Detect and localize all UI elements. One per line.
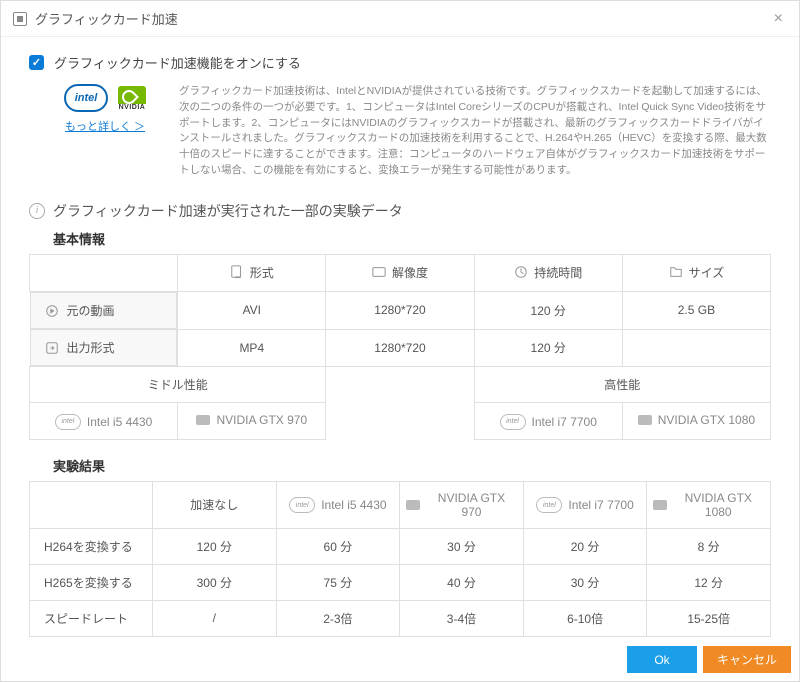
close-icon[interactable]: × — [770, 10, 787, 28]
col-gtx970: NVIDIA GTX 970 — [426, 491, 517, 519]
col-duration: 持続時間 — [534, 264, 582, 281]
cell: 120 分 — [153, 528, 277, 564]
intel-logo-icon: intel — [64, 84, 108, 112]
intel-icon: intel — [55, 414, 81, 430]
intel-icon: intel — [289, 497, 315, 513]
col-format: 形式 — [250, 264, 274, 281]
mid-cpu: Intel i5 4430 — [87, 415, 152, 429]
high-cpu: Intel i7 7700 — [532, 415, 597, 429]
table-row: intel Intel i5 4430 NVIDIA GTX 970 intel I… — [30, 403, 771, 440]
cell: 30 分 — [523, 564, 647, 600]
cell: 15-25倍 — [647, 600, 771, 636]
cell: 60 分 — [276, 528, 400, 564]
row-h265-label: H265を変換する — [30, 564, 153, 600]
cell: 300 分 — [153, 564, 277, 600]
row-source-label: 元の動画 — [67, 302, 115, 319]
dialog-footer: Ok キャンセル — [1, 640, 799, 681]
duration-icon — [514, 265, 528, 279]
table-row: H264を変換する 120 分 60 分 30 分 20 分 8 分 — [30, 528, 771, 564]
output-format-icon — [45, 341, 59, 355]
nvidia-logo-icon: NVIDIA — [118, 86, 146, 111]
cell-resolution: 1280*720 — [326, 292, 474, 330]
cancel-button[interactable]: キャンセル — [703, 646, 791, 673]
enable-acceleration-label: グラフィックカード加速機能をオンにする — [54, 53, 301, 72]
row-output-label: 出力形式 — [67, 339, 115, 356]
cell: 30 分 — [400, 528, 524, 564]
cell: 12 分 — [647, 564, 771, 600]
cell-resolution: 1280*720 — [326, 329, 474, 367]
enable-acceleration-checkbox[interactable] — [29, 55, 44, 70]
nvidia-icon — [653, 500, 666, 510]
source-video-icon — [45, 304, 59, 318]
cell: 40 分 — [400, 564, 524, 600]
cell-format: AVI — [178, 292, 326, 330]
nvidia-icon — [638, 415, 652, 425]
section-title: グラフィックカード加速が実行された一部の実験データ — [53, 201, 403, 221]
table-row: 形式 解像度 持続時間 サイズ — [30, 254, 771, 292]
table-row: スピードレート / 2-3倍 3-4倍 6-10倍 15-25倍 — [30, 600, 771, 636]
results-heading: 実験結果 — [53, 456, 771, 475]
window-title: グラフィックカード加速 — [35, 9, 770, 28]
dialog-window: グラフィックカード加速 × グラフィックカード加速機能をオンにする intel … — [0, 0, 800, 682]
row-h264-label: H264を変換する — [30, 528, 153, 564]
col-resolution: 解像度 — [392, 264, 428, 281]
intel-icon: intel — [500, 414, 526, 430]
cell: 6-10倍 — [523, 600, 647, 636]
mid-gpu: NVIDIA GTX 970 — [216, 413, 307, 427]
high-gpu: NVIDIA GTX 1080 — [658, 413, 755, 427]
table-row: ミドル性能 高性能 — [30, 367, 771, 403]
table-row: 元の動画 AVI 1280*720 120 分 2.5 GB — [30, 292, 771, 330]
cell-size — [622, 329, 770, 367]
row-speed-label: スピードレート — [30, 600, 153, 636]
results-table: 加速なし intel Intel i5 4430 NVIDIA GTX 970 i… — [29, 481, 771, 637]
size-icon — [669, 265, 683, 279]
vendor-logos: intel NVIDIA — [64, 84, 146, 112]
col-i5: Intel i5 4430 — [321, 498, 386, 512]
col-gtx1080: NVIDIA GTX 1080 — [673, 491, 764, 519]
cell: 2-3倍 — [276, 600, 400, 636]
table-row: 出力形式 MP4 1280*720 120 分 — [30, 329, 771, 367]
cell: / — [153, 600, 277, 636]
app-icon — [13, 12, 27, 26]
intel-icon: intel — [536, 497, 562, 513]
col-i7: Intel i7 7700 — [568, 498, 633, 512]
format-icon — [230, 265, 244, 279]
cell-size: 2.5 GB — [622, 292, 770, 330]
nvidia-icon — [406, 500, 420, 510]
nvidia-icon — [196, 415, 210, 425]
more-details-link[interactable]: もっと詳しく ＞ — [65, 118, 145, 134]
cell-duration: 120 分 — [474, 329, 622, 367]
experiment-section-header: i グラフィックカード加速が実行された一部の実験データ — [29, 201, 771, 221]
description-text: グラフィックカード加速技術は、IntelとNVIDIAが提供されている技術です。… — [179, 84, 771, 179]
cell: 20 分 — [523, 528, 647, 564]
logo-column: intel NVIDIA もっと詳しく ＞ — [45, 84, 165, 134]
content-area: グラフィックカード加速機能をオンにする intel NVIDIA もっと詳しく … — [1, 37, 799, 640]
resolution-icon — [372, 265, 386, 279]
basic-info-table: 形式 解像度 持続時間 サイズ 元の動画 AVI 1280*720 120 分 … — [29, 254, 771, 440]
basic-info-heading: 基本情報 — [53, 229, 771, 248]
enable-acceleration-row: グラフィックカード加速機能をオンにする — [29, 53, 771, 72]
col-size: サイズ — [689, 264, 725, 281]
cell: 3-4倍 — [400, 600, 524, 636]
cell-duration: 120 分 — [474, 292, 622, 330]
mid-perf-header: ミドル性能 — [30, 367, 326, 403]
titlebar: グラフィックカード加速 × — [1, 1, 799, 37]
ok-button[interactable]: Ok — [627, 646, 697, 673]
info-icon: i — [29, 203, 45, 219]
high-perf-header: 高性能 — [474, 367, 770, 403]
col-no-accel: 加速なし — [153, 481, 277, 528]
cell: 75 分 — [276, 564, 400, 600]
cell: 8 分 — [647, 528, 771, 564]
table-row: H265を変換する 300 分 75 分 40 分 30 分 12 分 — [30, 564, 771, 600]
cell-format: MP4 — [178, 329, 326, 367]
info-row: intel NVIDIA もっと詳しく ＞ グラフィックカード加速技術は、Int… — [45, 84, 771, 179]
table-row: 加速なし intel Intel i5 4430 NVIDIA GTX 970 i… — [30, 481, 771, 528]
